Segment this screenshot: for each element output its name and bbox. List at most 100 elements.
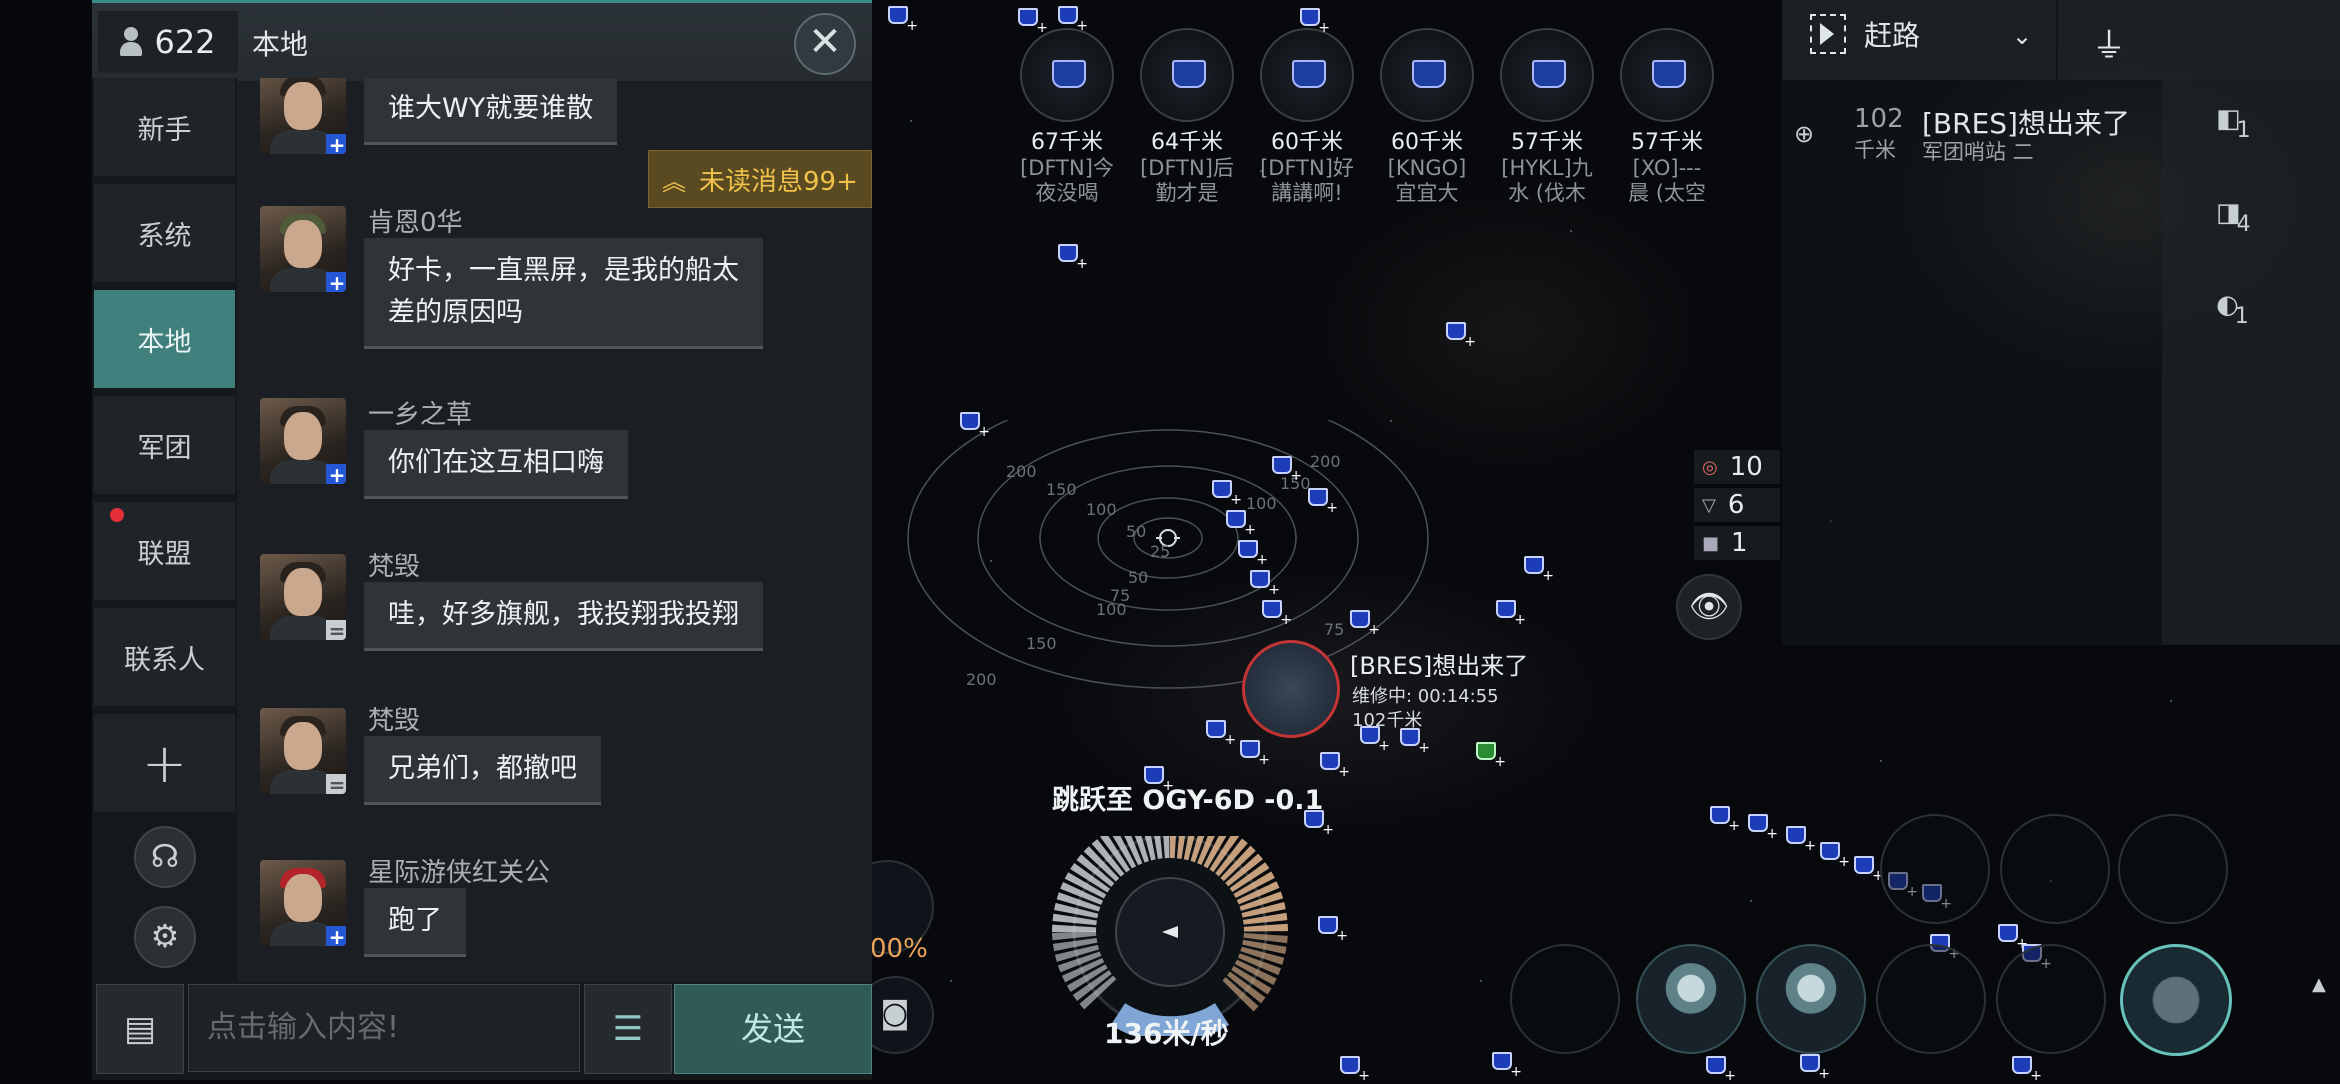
gear-icon[interactable]: ⚙ [134,906,196,968]
avatar[interactable]: + [260,398,346,484]
ship-menu-button[interactable] [2120,944,2232,1056]
ship-blip[interactable] [1496,600,1526,628]
ship-blip[interactable] [1748,814,1778,842]
message-sender[interactable]: 一乡之草 [368,394,472,431]
turret-module-2[interactable] [1756,944,1866,1054]
ship-blip[interactable] [1854,856,1884,884]
avatar[interactable]: = [260,708,346,794]
ship-blip[interactable] [1800,1054,1830,1082]
send-button[interactable]: 发送 [674,984,872,1074]
ship-blip[interactable] [2012,1056,2042,1084]
structure-counter: ■ 1 [1694,526,1780,560]
ship-blip[interactable] [1786,826,1816,854]
target-distance: 64千米 [1151,130,1223,155]
ship-blip[interactable] [1706,1056,1736,1084]
speed-readout: 136米/秒 [1104,1017,1229,1050]
module-slot-empty[interactable] [1876,944,1986,1054]
chevron-down-icon[interactable]: ⌄ [2012,22,2032,50]
module-slot-empty[interactable] [2118,814,2228,924]
ship-filter-button[interactable]: ◨4 [2216,198,2251,237]
close-icon[interactable]: ✕ [794,13,856,75]
ship-icon [1380,28,1474,122]
target-name: 講講啊! [1271,181,1343,205]
module-slot-empty[interactable] [1996,944,2106,1054]
ship-blip[interactable] [1300,8,1330,36]
ship-blip[interactable] [1446,322,1476,350]
ship-blip[interactable] [1262,600,1292,628]
selected-target-marker[interactable] [1242,640,1340,738]
target-slot-1[interactable]: 67千米 [DFTN]今 夜没喝 [1012,28,1122,206]
tab-corporation[interactable]: 军团 [94,396,235,494]
target-slot-6[interactable]: 57千米 [XO]--- 晨 (太空 [1612,28,1722,206]
ship-blip[interactable] [888,6,918,34]
ship-blip[interactable] [1820,842,1850,870]
add-channel-button[interactable]: + [94,714,235,812]
module-slot-empty[interactable] [1880,814,1990,924]
target-slot-4[interactable]: 60千米 [KNGO] 宜宜大 [1372,28,1482,206]
message-bubble: 好卡，一直黑屏，是我的船太 差的原因吗 [364,238,763,349]
standing-badge: + [326,464,346,484]
message-sender[interactable]: 肯恩0华 [368,202,463,239]
ship-blip[interactable] [1206,720,1236,748]
structure-filter-button[interactable]: ◧1 [2216,104,2251,143]
ship-blip[interactable] [1240,740,1270,768]
tab-local[interactable]: 本地 [94,290,235,388]
radar-label: 200 [1006,462,1037,481]
avatar[interactable]: + [260,860,346,946]
filter-icon[interactable]: ⏚ [2092,18,2126,67]
ship-hud[interactable] [1022,836,1322,1036]
ship-blip[interactable] [1340,1056,1370,1084]
play-icon [1810,14,1846,54]
avatar[interactable]: = [260,554,346,640]
ship-blip[interactable] [1058,244,1088,272]
menu-icon[interactable]: ☰ [584,984,672,1074]
message-list[interactable]: + 谁大WY就要谁散 + 肯恩0华 好卡，一直黑屏，是我的船太 差的原因吗 + … [240,78,872,982]
message-sender[interactable]: 梵毁 [368,700,420,737]
pin-icon[interactable]: ⊕ [1794,120,1814,148]
headset-icon[interactable]: ☊ [134,826,196,888]
member-count-button[interactable]: 622 [98,11,238,73]
ship-blip[interactable] [960,412,990,440]
ship-blip[interactable] [1238,540,1268,568]
unread-messages-button[interactable]: ︽ 未读消息99+ [648,150,872,208]
overview-preset-dropdown[interactable]: 赶路 [1810,14,1920,54]
message-sender[interactable]: 梵毁 [368,546,420,583]
tab-newbie[interactable]: 新手 [94,78,235,176]
ship-blip[interactable] [1018,8,1048,36]
friendly-blip[interactable] [1476,742,1506,770]
ship-blip[interactable] [1212,480,1242,508]
avatar[interactable]: + [260,206,346,292]
collapse-arrow-icon[interactable]: ▲ [2312,974,2326,995]
module-slot-empty[interactable] [1510,944,1620,1054]
selected-target-distance: 102千米 [1352,710,1423,731]
ship-blip[interactable] [1272,456,1302,484]
target-slot-5[interactable]: 57千米 [HYKL]九 水 (伐木 [1492,28,1602,206]
ship-blip[interactable] [1320,752,1350,780]
avatar[interactable]: + [260,78,346,154]
celestial-filter-button[interactable]: ◐1 [2216,290,2249,329]
hostile-count-value: 10 [1729,452,1763,482]
ship-blip[interactable] [1492,1052,1522,1080]
overview-preset-label: 赶路 [1864,19,1921,52]
overview-row[interactable]: 102 千米 [BRES]想出来了 军团哨站 二 [1854,104,2130,164]
message-bubble: 兄弟们，都撤吧 [364,736,601,805]
module-slot-empty[interactable] [2000,814,2110,924]
chat-input[interactable]: 点击输入内容! [188,984,580,1072]
tab-system[interactable]: 系统 [94,184,235,282]
ship-blip[interactable] [1524,556,1554,584]
ship-blip[interactable] [1250,570,1280,598]
voice-input-icon[interactable]: ▤ [96,984,184,1074]
target-slot-3[interactable]: 60千米 [DFTN]好 講講啊! [1252,28,1362,206]
target-slot-2[interactable]: 64千米 [DFTN]后 勤才是 [1132,28,1242,206]
ship-blip[interactable] [1308,488,1338,516]
turret-module-1[interactable] [1636,944,1746,1054]
ship-blip[interactable] [1710,806,1740,834]
message-sender[interactable]: 星际游侠红关公 [368,852,550,889]
ship-blip[interactable] [1350,610,1380,638]
tab-contacts[interactable]: 联系人 [94,608,235,706]
tab-alliance[interactable]: 联盟 [94,502,235,600]
ship-blip[interactable] [1998,924,2028,952]
ship-blip[interactable] [1226,510,1256,538]
eye-icon[interactable]: 👁 [1676,574,1742,640]
ship-blip[interactable] [1058,6,1088,34]
